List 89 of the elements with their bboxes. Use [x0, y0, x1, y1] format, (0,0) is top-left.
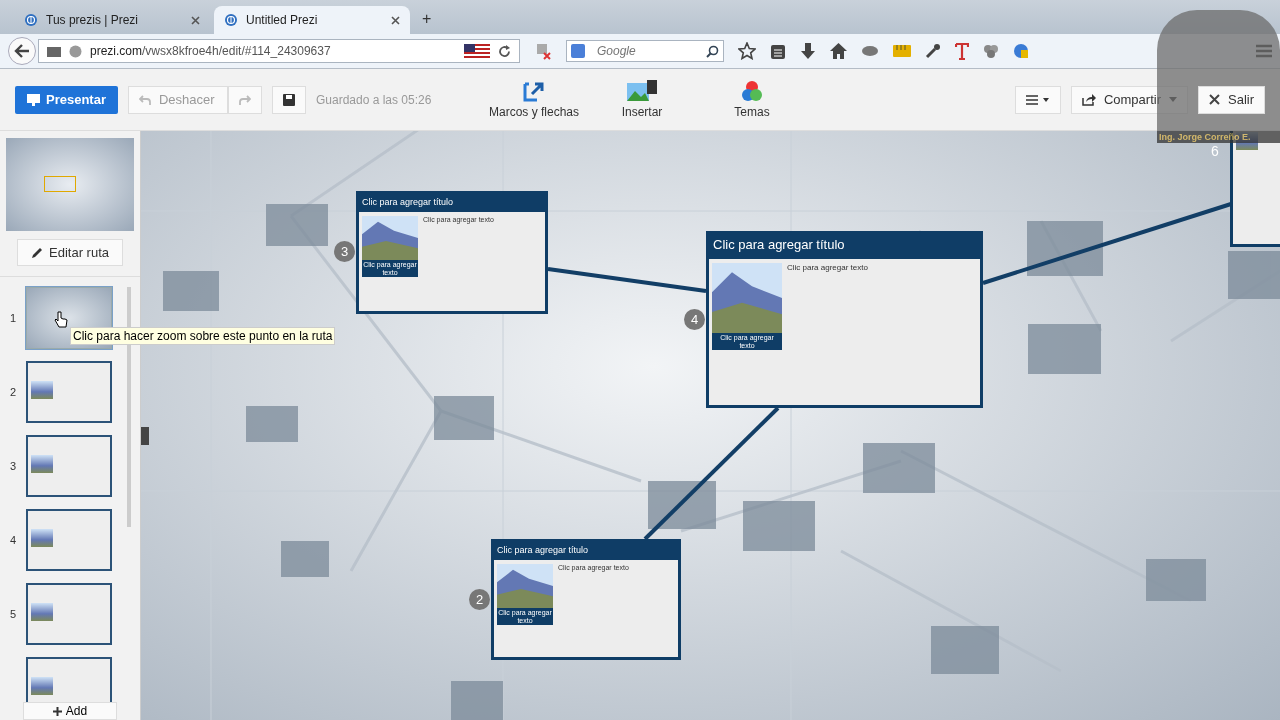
blurred-rectangle	[1146, 559, 1206, 601]
step-number: 4	[8, 534, 18, 546]
globe-icon[interactable]	[1013, 43, 1029, 59]
blurred-rectangle	[648, 481, 716, 529]
download-icon[interactable]	[800, 42, 816, 60]
search-icon[interactable]	[706, 45, 719, 58]
step-thumbnail[interactable]	[26, 657, 112, 702]
saved-status: Guardado a las 05:26	[316, 92, 433, 107]
presenter-name: Ing. Jorge Correño E.	[1157, 131, 1280, 143]
path-number: 6	[1211, 143, 1219, 159]
overview-thumbnail[interactable]	[6, 138, 134, 231]
browser-tab[interactable]: Tus prezis | Prezi	[14, 6, 210, 34]
circles-icon[interactable]	[983, 43, 999, 59]
add-button[interactable]: Add	[23, 702, 117, 720]
frame-title[interactable]: Clic para agregar título	[494, 542, 678, 560]
share-icon	[1081, 93, 1096, 106]
step-number: 2	[8, 386, 18, 398]
step-thumbnail[interactable]	[26, 509, 112, 571]
mountain-photo-drawing	[712, 263, 782, 333]
close-icon	[1209, 94, 1220, 105]
toolbar-tool[interactable]: Temas	[702, 80, 802, 119]
step-thumbnail[interactable]	[26, 583, 112, 645]
mountain-photo-drawing	[497, 564, 553, 608]
menu-icon	[1025, 94, 1050, 105]
step-number: 5	[8, 608, 18, 620]
screen-icon	[27, 93, 40, 106]
step-thumbnail[interactable]	[26, 361, 112, 423]
url-text: prezi.com/vwsx8kfroe4h/edit/#114_24309637	[90, 44, 331, 58]
blurred-rectangle	[743, 501, 815, 551]
search-engine-icon	[571, 44, 585, 58]
plus-icon	[52, 706, 62, 716]
browser-tab[interactable]: Untitled Prezi	[214, 6, 410, 34]
color-circles-icon	[741, 80, 763, 102]
path-number: 2	[469, 589, 490, 610]
path-number: 4	[684, 309, 705, 330]
step-thumbnail[interactable]	[26, 435, 112, 497]
blurred-rectangle	[863, 443, 935, 493]
blurred-rectangle	[434, 396, 494, 440]
tab-title: Tus prezis | Prezi	[46, 13, 140, 27]
blurred-rectangle	[1228, 251, 1280, 299]
eyedropper-icon[interactable]	[925, 43, 941, 59]
back-arrow-icon	[14, 44, 30, 58]
toolbar-tool[interactable]: Insertar	[592, 80, 692, 119]
path-number: 3	[334, 241, 355, 262]
blurred-rectangle	[246, 406, 298, 442]
prezi-logo-icon	[224, 13, 238, 27]
search-field[interactable]: Google	[566, 40, 724, 62]
save-button[interactable]	[272, 85, 306, 114]
frame-arrow-icon	[523, 80, 545, 102]
globe-icon	[69, 44, 82, 58]
mountain-photo-drawing	[362, 216, 418, 260]
close-icon[interactable]	[191, 15, 200, 25]
blurred-rectangle	[266, 204, 328, 246]
frame-title[interactable]: Clic para agregar título	[709, 234, 980, 259]
toolbar-tool[interactable]: Marcos y flechas	[486, 80, 582, 119]
home-icon[interactable]	[830, 43, 847, 59]
folder-icon	[47, 45, 61, 57]
close-icon[interactable]	[391, 15, 400, 25]
present-button[interactable]: Presentar	[15, 85, 118, 114]
back-button[interactable]	[8, 37, 36, 65]
menu-button[interactable]	[1014, 85, 1061, 114]
blurred-rectangle	[163, 271, 219, 311]
image-icon	[627, 80, 657, 102]
undo-icon	[139, 94, 151, 105]
text-icon[interactable]	[955, 42, 969, 60]
blurred-rectangle	[931, 626, 999, 674]
star-icon[interactable]	[738, 42, 756, 60]
tab-title: Untitled Prezi	[246, 13, 319, 27]
frame-text[interactable]: Clic para agregar texto	[787, 263, 868, 351]
save-icon	[283, 93, 295, 106]
prezi-logo-icon	[24, 13, 38, 27]
exit-button[interactable]: Salir	[1198, 85, 1265, 114]
reload-icon[interactable]	[498, 44, 511, 58]
flag-icon	[464, 44, 490, 58]
pencil-icon	[31, 246, 43, 259]
puzzle-icon[interactable]	[861, 44, 879, 58]
step-number: 1	[8, 312, 18, 324]
hand-cursor-icon	[54, 311, 68, 329]
new-tab-button[interactable]: +	[414, 10, 440, 34]
blurred-rectangle	[281, 541, 329, 577]
step-number: 3	[8, 460, 18, 472]
address-bar[interactable]: prezi.com/vwsx8kfroe4h/edit/#114_24309637	[38, 39, 520, 63]
frame-title[interactable]: Clic para agregar título	[359, 194, 545, 212]
edit-path-button[interactable]: Editar ruta	[17, 239, 123, 266]
addon-icon[interactable]	[534, 42, 552, 60]
tooltip: Clic para hacer zoom sobre este punto en la ruta	[70, 327, 336, 345]
redo-icon	[239, 94, 251, 105]
clipboard-icon[interactable]	[770, 42, 786, 60]
panel-resize-handle[interactable]	[141, 427, 149, 445]
